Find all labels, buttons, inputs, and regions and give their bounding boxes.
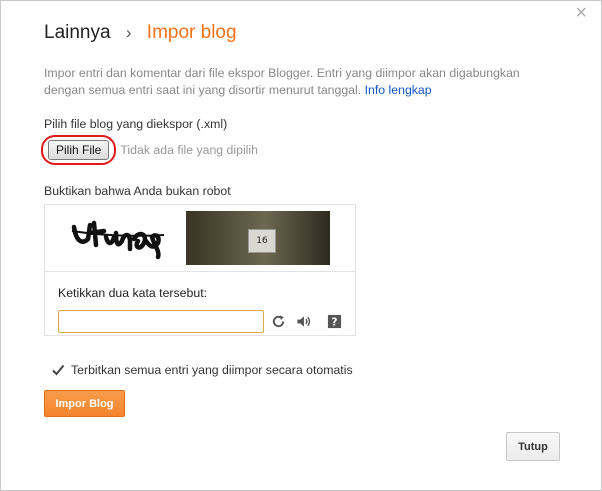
audio-icon[interactable] (294, 312, 312, 330)
help-icon[interactable]: ? (325, 312, 343, 330)
captcha-input[interactable] (58, 310, 264, 333)
file-label: Pilih file blog yang diekspor (.xml) (44, 117, 228, 131)
captcha-label: Buktikan bahwa Anda bukan robot (44, 184, 231, 198)
import-blog-dialog: × Lainnya › Impor blog Impor entri dan k… (0, 0, 602, 491)
captcha-input-area: Ketikkan dua kata tersebut: ? (45, 272, 355, 335)
info-link[interactable]: Info lengkap (365, 83, 432, 97)
file-status: Tidak ada file yang dipilih (120, 143, 258, 157)
refresh-icon[interactable] (269, 312, 287, 330)
svg-text:?: ? (331, 316, 337, 328)
file-button-highlight: Pilih File (41, 135, 117, 165)
description: Impor entri dan komentar dari file ekspo… (44, 65, 564, 99)
captcha-images: 16 (45, 205, 355, 272)
breadcrumb-separator-icon: › (125, 23, 132, 42)
breadcrumb: Lainnya › Impor blog (44, 22, 237, 44)
captcha-word-image (71, 220, 165, 260)
captcha-prompt: Ketikkan dua kata tersebut: (58, 286, 208, 300)
description-text: Impor entri dan komentar dari file ekspo… (44, 66, 520, 97)
auto-publish-label: Terbitkan semua entri yang diimpor secar… (71, 363, 353, 377)
captcha-photo: 16 (186, 211, 330, 265)
breadcrumb-parent[interactable]: Lainnya (44, 22, 111, 43)
close-icon[interactable]: × (575, 3, 587, 23)
checkbox-checked-icon[interactable] (51, 363, 65, 377)
page-title: Impor blog (146, 22, 237, 43)
import-blog-button[interactable]: Impor Blog (44, 390, 125, 417)
captcha-box: 16 Ketikkan dua kata tersebut: ? (44, 204, 356, 336)
file-picker: Pilih File Tidak ada file yang dipilih (41, 135, 258, 165)
choose-file-button[interactable]: Pilih File (48, 140, 110, 160)
auto-publish-option[interactable]: Terbitkan semua entri yang diimpor secar… (51, 363, 353, 377)
captcha-photo-number: 16 (248, 229, 276, 253)
close-button[interactable]: Tutup (506, 432, 560, 461)
